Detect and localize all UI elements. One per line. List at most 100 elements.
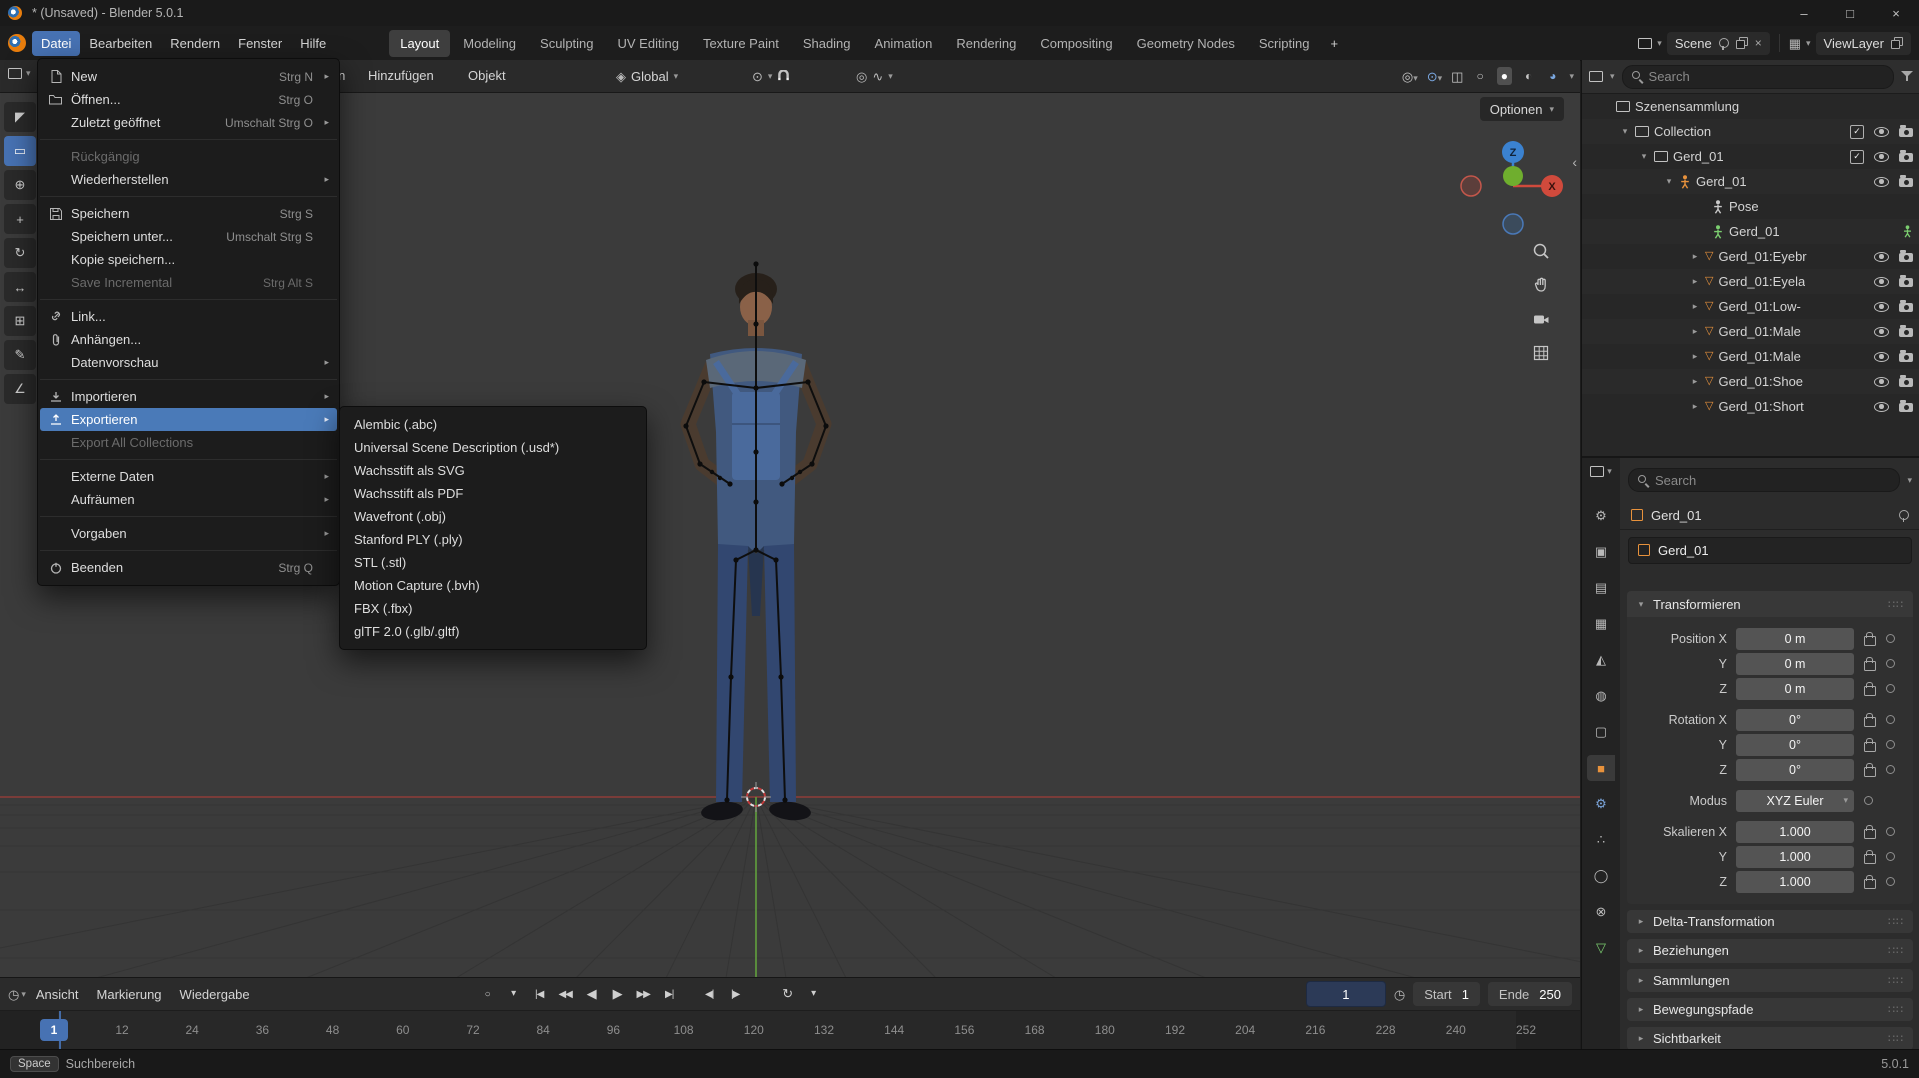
panel-header-transformieren[interactable]: ▾ Transformieren ∷∷ [1627,591,1913,617]
lock-icon[interactable] [1864,879,1876,889]
object-tab-icon[interactable]: ■ [1587,755,1615,781]
panel-delta-transformation[interactable]: ▸ Delta-Transformation ∷∷ [1627,910,1913,933]
shading-material-button[interactable]: ◐ [1521,67,1536,85]
viewlayer-browse-chevron-icon[interactable]: ▾ [1806,39,1811,48]
frame-start-field[interactable]: Start 1 [1413,982,1480,1006]
menu-item-aufraeumen[interactable]: Aufräumen ▸ [38,488,339,511]
position-y-field[interactable]: 0 m [1736,653,1854,675]
play-reverse-button[interactable]: ◀ [579,982,604,1006]
animate-dot-icon[interactable] [1886,659,1895,668]
expand-icon[interactable]: ▸ [1690,351,1700,362]
pan-hand-icon[interactable] [1532,276,1550,294]
animate-dot-icon[interactable] [1864,796,1873,805]
object-name-field[interactable]: Gerd_01 [1628,537,1912,564]
xray-toggle-icon[interactable]: ◫ [1451,70,1463,83]
previous-frame-button[interactable]: ◀| [697,982,722,1006]
workspace-tab-layout[interactable]: Layout [389,30,450,57]
modifier-tab-icon[interactable]: ⚙ [1587,791,1615,817]
tool-tab-icon[interactable]: ⚙ [1587,503,1615,529]
scale-z-field[interactable]: 1.000 [1736,871,1854,893]
menu-datei[interactable]: Datei [32,31,80,56]
menu-item-kopie-speichern[interactable]: Kopie speichern... [38,248,339,271]
menu-item-new[interactable]: New Strg N ▸ [38,65,339,88]
close-button[interactable]: × [1873,0,1919,26]
outliner-row-mesh[interactable]: ▸ ▽ Gerd_01:Low- [1582,294,1919,319]
output-tab-icon[interactable]: ▤ [1587,575,1615,601]
viewlayer-tab-icon[interactable]: ▦ [1587,611,1615,637]
playhead-badge[interactable]: 1 [40,1019,68,1041]
menu-item-speichern[interactable]: Speichern Strg S [38,202,339,225]
measure-tool-button[interactable]: ∠ [4,374,36,404]
animate-dot-icon[interactable] [1886,765,1895,774]
menu-item-wiederherstellen[interactable]: Wiederherstellen ▸ [38,168,339,191]
shading-dropdown-icon[interactable]: ▾ [1569,72,1574,81]
chevron-down-icon[interactable]: ▾ [21,990,26,999]
move-tool-button[interactable]: + [4,204,36,234]
disable-render-icon[interactable] [1899,153,1913,162]
outliner-row-collection[interactable]: ▾ Collection ✓ [1582,119,1919,144]
hide-viewport-icon[interactable] [1874,177,1889,187]
submenu-item-usd[interactable]: Universal Scene Description (.usd*) [340,436,646,459]
particles-tab-icon[interactable]: ∴ [1587,827,1615,853]
outliner-row-mesh[interactable]: ▸ ▽ Gerd_01:Short [1582,394,1919,419]
outliner-row-pose[interactable]: Pose [1582,194,1919,219]
menu-item-zuletzt-geoeffnet[interactable]: Zuletzt geöffnet Umschalt Strg O ▸ [38,111,339,134]
hide-viewport-icon[interactable] [1874,127,1889,137]
menu-item-link[interactable]: Link... [38,305,339,328]
shading-solid-button[interactable]: ● [1497,67,1512,85]
render-tab-icon[interactable]: ▣ [1587,539,1615,565]
menu-item-vorgaben[interactable]: Vorgaben ▸ [38,522,339,545]
constraints-tab-icon[interactable]: ⊗ [1587,899,1615,925]
chevron-down-icon[interactable]: ▾ [801,982,826,1006]
timeline-ruler-area[interactable]: 1224364860728496108120132144156168180192… [0,1010,1580,1050]
menu-item-importieren[interactable]: Importieren ▸ [38,385,339,408]
viewlayer-browse-icon[interactable]: ▦ [1789,37,1801,50]
position-z-field[interactable]: 0 m [1736,678,1854,700]
new-viewlayer-icon[interactable] [1891,37,1903,49]
object-data-tab-icon[interactable]: ▽ [1587,935,1615,961]
workspace-tab-scripting[interactable]: Scripting [1248,30,1321,57]
minimize-button[interactable]: – [1781,0,1827,26]
hide-viewport-icon[interactable] [1874,252,1889,262]
workspace-tab-uv-editing[interactable]: UV Editing [607,30,690,57]
workspace-tab-compositing[interactable]: Compositing [1029,30,1123,57]
timeline-editor-type-icon[interactable]: ◷ [8,988,19,1001]
lock-icon[interactable] [1864,829,1876,839]
viewport-editor-type-icon[interactable]: ▾ [8,68,31,79]
menu-fenster[interactable]: Fenster [229,31,291,56]
rotation-x-field[interactable]: 0° [1736,709,1854,731]
collapse-icon[interactable]: ▾ [1664,176,1674,187]
lock-icon[interactable] [1864,854,1876,864]
add-workspace-button[interactable]: + [1322,30,1346,57]
submenu-item-stanford-ply[interactable]: Stanford PLY (.ply) [340,528,646,551]
workspace-tab-sculpting[interactable]: Sculpting [529,30,604,57]
zoom-icon[interactable] [1532,242,1550,260]
outliner-row-mesh[interactable]: ▸ ▽ Gerd_01:Male [1582,319,1919,344]
animate-dot-icon[interactable] [1886,877,1895,886]
disable-render-icon[interactable] [1899,128,1913,137]
jump-to-end-button[interactable]: ▶| [657,982,682,1006]
menu-item-exportieren[interactable]: Exportieren ▸ [40,408,337,431]
lock-icon[interactable] [1864,742,1876,752]
outliner-row-mesh[interactable]: ▸ ▽ Gerd_01:Shoe [1582,369,1919,394]
hide-viewport-icon[interactable] [1874,327,1889,337]
lock-icon[interactable] [1864,767,1876,777]
filter-icon[interactable] [1901,71,1913,82]
panel-grip-icon[interactable]: ∷∷ [1888,598,1904,611]
properties-editor-type-icon[interactable]: ▾ [1590,466,1612,477]
expand-icon[interactable]: ▸ [1690,401,1700,412]
outliner-row-armature-object[interactable]: ▾ Gerd_01 [1582,169,1919,194]
workspace-tab-modeling[interactable]: Modeling [452,30,527,57]
outliner-row-scene-collection[interactable]: Szenensammlung [1582,94,1919,119]
panel-bewegungspfade[interactable]: ▸ Bewegungspfade ∷∷ [1627,998,1913,1021]
expand-icon[interactable]: ▸ [1690,326,1700,337]
disable-render-icon[interactable] [1899,353,1913,362]
outliner-search-input[interactable]: Search [1622,65,1894,89]
submenu-item-gltf[interactable]: glTF 2.0 (.glb/.gltf) [340,620,646,643]
disable-render-icon[interactable] [1899,303,1913,312]
workspace-tab-animation[interactable]: Animation [864,30,944,57]
submenu-item-stl[interactable]: STL (.stl) [340,551,646,574]
disable-render-icon[interactable] [1899,178,1913,187]
menu-item-anhaengen[interactable]: Anhängen... [38,328,339,351]
previous-keyframe-button[interactable]: ◀◀ [553,982,578,1006]
